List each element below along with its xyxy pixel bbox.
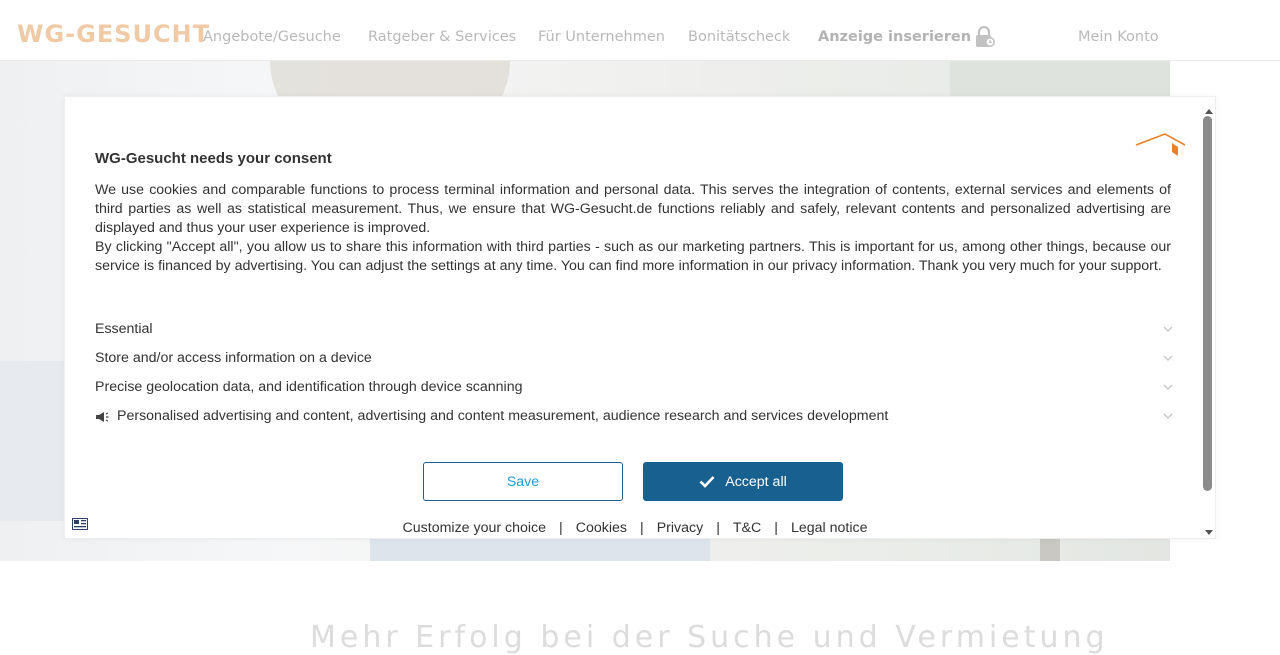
save-button-label: Save xyxy=(506,473,540,490)
purpose-device-storage[interactable]: Store and/or access information on a dev… xyxy=(95,347,1175,369)
terms-link[interactable]: T&C xyxy=(733,520,761,536)
site-logo[interactable]: WG-GESUCHT xyxy=(17,20,210,48)
chevron-down-icon[interactable] xyxy=(1161,380,1175,394)
megaphone-icon xyxy=(95,410,109,424)
lock-icon[interactable] xyxy=(975,25,995,48)
chevron-down-icon[interactable] xyxy=(1161,322,1175,336)
purpose-essential[interactable]: Essential xyxy=(95,318,1175,340)
accept-all-button-label: Accept all xyxy=(725,473,787,490)
accept-all-button[interactable]: Accept all xyxy=(643,462,843,501)
purpose-geolocation[interactable]: Precise geolocation data, and identifica… xyxy=(95,376,1175,398)
nav-link-post-ad[interactable]: Anzeige inserieren xyxy=(818,28,971,46)
consent-footer-links: Customize your choice | Cookies | Privacy | T&… xyxy=(65,519,1205,537)
purpose-label: Store and/or access information on a dev… xyxy=(95,350,372,366)
link-separator: | xyxy=(774,520,778,536)
checkmark-icon xyxy=(699,476,715,488)
link-separator: | xyxy=(559,520,563,536)
link-separator: | xyxy=(716,520,720,536)
save-button[interactable]: Save xyxy=(423,462,623,501)
consent-description: We use cookies and comparable functions … xyxy=(95,181,1171,276)
purpose-label: Precise geolocation data, and identifica… xyxy=(95,379,523,395)
nav-link-business[interactable]: Für Unternehmen xyxy=(538,28,665,46)
cookies-link[interactable]: Cookies xyxy=(576,520,627,536)
chevron-down-icon[interactable] xyxy=(1161,409,1175,423)
link-separator: | xyxy=(640,520,644,536)
scroll-down-arrow-icon[interactable] xyxy=(1204,524,1214,535)
scroll-up-arrow-icon[interactable] xyxy=(1204,102,1214,114)
nav-link-guides[interactable]: Ratgeber & Services xyxy=(368,28,516,46)
house-logo-icon xyxy=(1135,131,1187,157)
consent-title: WG-Gesucht needs your consent xyxy=(95,150,332,167)
purpose-label: Essential xyxy=(95,321,153,337)
legal-notice-link[interactable]: Legal notice xyxy=(791,520,868,536)
consent-dialog: WG-Gesucht needs your consent We use coo… xyxy=(64,96,1216,539)
nav-link-credit-check[interactable]: Bonitätscheck xyxy=(688,28,790,46)
chevron-down-icon[interactable] xyxy=(1161,351,1175,365)
top-navbar: WG-GESUCHT Angebote/Gesuche Ratgeber & S… xyxy=(0,0,1280,61)
consent-paragraph: By clicking "Accept all", you allow us t… xyxy=(95,239,1171,274)
customize-choice-link[interactable]: Customize your choice xyxy=(403,520,547,536)
purpose-label: Personalised advertising and content, ad… xyxy=(117,408,889,424)
section-headline: Mehr Erfolg bei der Suche und Vermietung xyxy=(310,620,1109,655)
scrollbar-thumb[interactable] xyxy=(1203,116,1212,491)
consent-paragraph: We use cookies and comparable functions … xyxy=(95,182,1171,236)
nav-link-offers[interactable]: Angebote/Gesuche xyxy=(203,28,341,46)
purpose-personalised-advertising[interactable]: Personalised advertising and content, ad… xyxy=(95,405,1175,427)
privacy-link[interactable]: Privacy xyxy=(657,520,704,536)
nav-link-account[interactable]: Mein Konto xyxy=(1078,28,1159,46)
